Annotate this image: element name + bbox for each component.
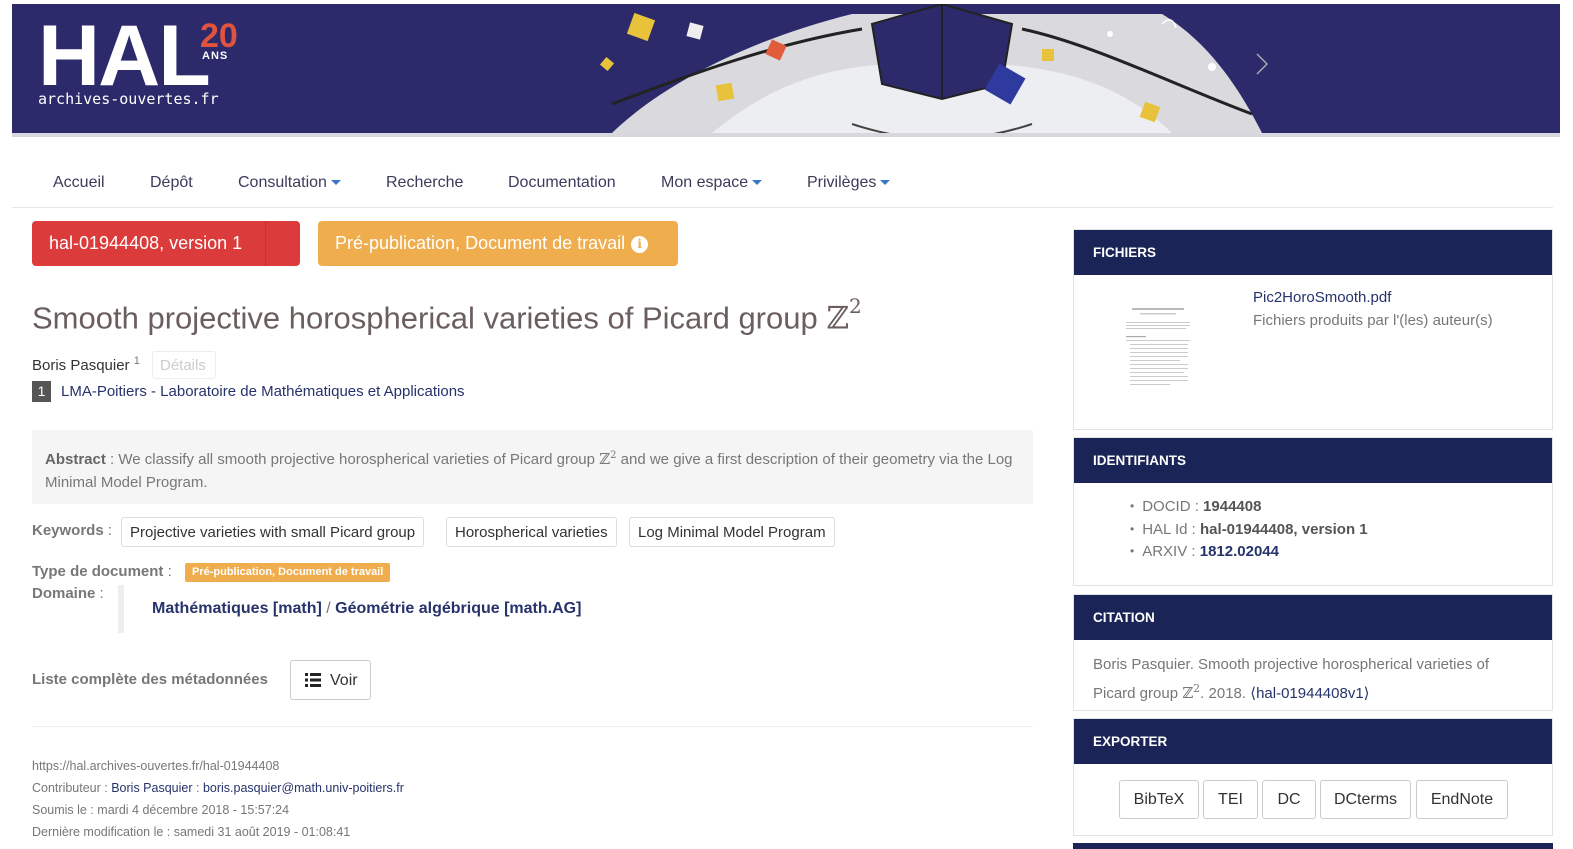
doctype-badge: Pré-publication, Document de travail: [185, 563, 391, 582]
version-label: hal-01944408, version 1: [49, 233, 243, 253]
export-tei-button[interactable]: TEI: [1203, 780, 1258, 819]
pdf-thumbnail[interactable]: [1122, 300, 1194, 400]
list-icon: [305, 673, 321, 687]
domaine-label: Domaine :: [32, 585, 104, 602]
author-name[interactable]: Boris Pasquier: [32, 357, 130, 374]
divider: [32, 726, 1033, 727]
keyword-tag[interactable]: Log Minimal Model Program: [629, 517, 835, 547]
doctype-label: Type de document :: [32, 563, 172, 580]
nav-item-recherche[interactable]: Recherche: [386, 174, 463, 192]
nav-item-depot[interactable]: Dépôt: [150, 174, 193, 192]
keywords-label: Keywords :: [32, 522, 113, 539]
banner-illustration: [599, 4, 1269, 133]
info-icon: i: [631, 236, 649, 253]
list-item: DOCID : 1944408: [1130, 496, 1368, 519]
citation-panel: CITATION Boris Pasquier. Smooth projecti…: [1073, 594, 1553, 711]
panel-heading: FICHIERS: [1074, 230, 1552, 275]
chevron-down-icon: [330, 180, 341, 186]
banner-shadow: [12, 133, 1560, 137]
identifier-list: DOCID : 1944408 HAL Id : hal-01944408, v…: [1130, 496, 1368, 564]
list-item: HAL Id : hal-01944408, version 1: [1130, 519, 1367, 542]
nav-item-consultation[interactable]: Consultation: [238, 174, 341, 192]
page-title: Smooth projective horospherical varietie…: [32, 294, 862, 337]
arxiv-link[interactable]: 1812.02044: [1200, 543, 1279, 560]
nav-item-documentation[interactable]: Documentation: [508, 174, 616, 192]
keyword-tag[interactable]: Horospherical varieties: [446, 517, 617, 547]
domaine-link-math[interactable]: Mathématiques [math]: [152, 600, 322, 617]
citation-link[interactable]: ⟨hal-01944408v1⟩: [1250, 685, 1369, 702]
nav-item-privileges[interactable]: Privilèges: [807, 174, 891, 192]
export-dc-button[interactable]: DC: [1262, 780, 1316, 819]
logo[interactable]: HAL: [38, 13, 211, 99]
domaine-bar: [118, 585, 124, 633]
document-url: https://hal.archives-ouvertes.fr/hal-019…: [32, 759, 280, 773]
citation-text: Boris Pasquier. Smooth projective horosp…: [1093, 656, 1490, 702]
nav-item-mon-espace[interactable]: Mon espace: [661, 174, 763, 192]
version-dropdown-button[interactable]: hal-01944408, version 1: [32, 221, 319, 266]
identifiers-panel: IDENTIFIANTS DOCID : 1944408 HAL Id : ha…: [1073, 437, 1553, 586]
files-panel: FICHIERS Pic2HoroSmooth.pdf Fichiers pro…: [1073, 229, 1553, 430]
details-button[interactable]: Détails: [152, 351, 216, 379]
panel-heading: IDENTIFIANTS: [1074, 438, 1552, 483]
abstract-box: Abstract : We classify all smooth projec…: [32, 430, 1033, 504]
voir-button[interactable]: Voir: [290, 660, 371, 700]
math-symbol: ℤ: [826, 300, 849, 337]
document-type-button[interactable]: Pré-publication, Document de travail i: [318, 221, 678, 266]
button-divider: [265, 221, 266, 266]
chevron-down-icon: [752, 180, 763, 186]
submitted-date: Soumis le : mardi 4 décembre 2018 - 15:5…: [32, 803, 290, 817]
document-type-label: Pré-publication, Document de travail: [335, 233, 626, 253]
list-item: ARXIV : 1812.02044: [1130, 541, 1368, 564]
file-link[interactable]: Pic2HoroSmooth.pdf: [1253, 289, 1391, 306]
logo-badge-number: 20: [200, 17, 238, 55]
domaine-value: Mathématiques [math] / Géométrie algébri…: [152, 600, 582, 617]
contributor-email-link[interactable]: boris.pasquier@math.univ-poitiers.fr: [203, 781, 404, 795]
contributor-name-link[interactable]: Boris Pasquier: [111, 781, 192, 795]
author-line: Boris Pasquier 1: [32, 355, 140, 374]
contributor-line: Contributeur : Boris Pasquier : boris.pa…: [32, 781, 404, 795]
chevron-down-icon: [880, 180, 891, 186]
export-dcterms-button[interactable]: DCterms: [1320, 780, 1411, 819]
logo-badge-word: ANS: [202, 50, 229, 62]
modified-date: Dernière modification le : samedi 31 aoû…: [32, 825, 351, 839]
site-banner: HAL 20 ANS archives-ouvertes.fr: [12, 4, 1560, 133]
main-nav: Accueil Dépôt Consultation Recherche Doc…: [12, 160, 1553, 208]
panel-heading: CITATION: [1074, 595, 1552, 640]
next-panel-heading: [1073, 843, 1553, 849]
affiliation-number: 1: [32, 381, 51, 402]
logo-subtitle: archives-ouvertes.fr: [38, 90, 219, 108]
domaine-link-ag[interactable]: Géométrie algébrique [math.AG]: [335, 600, 581, 617]
affiliation-link[interactable]: LMA-Poitiers - Laboratoire de Mathématiq…: [61, 383, 465, 400]
keyword-tag[interactable]: Projective varieties with small Picard g…: [121, 517, 425, 547]
export-endnote-button[interactable]: EndNote: [1416, 780, 1508, 819]
file-description: Fichiers produits par l'(les) auteur(s): [1253, 312, 1493, 329]
export-panel: EXPORTER BibTeX TEI DC DCterms EndNote: [1073, 718, 1553, 836]
nav-item-accueil[interactable]: Accueil: [53, 174, 105, 192]
panel-heading: EXPORTER: [1074, 719, 1552, 764]
export-bibtex-button[interactable]: BibTeX: [1119, 780, 1199, 819]
metadata-label: Liste complète des métadonnées: [32, 671, 268, 688]
